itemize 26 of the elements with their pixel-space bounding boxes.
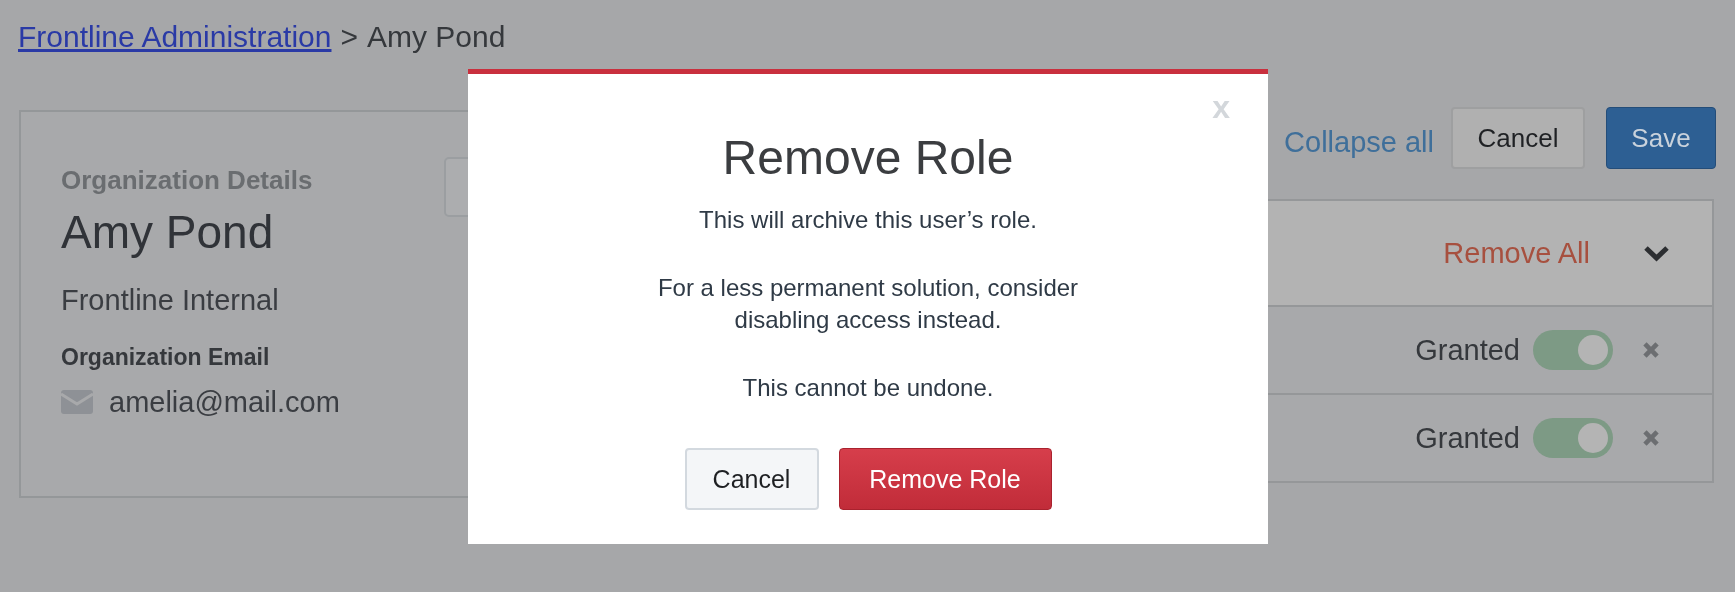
- cancel-button[interactable]: Cancel: [1451, 107, 1585, 169]
- email-label: Organization Email: [61, 343, 270, 371]
- remove-icon[interactable]: [1640, 427, 1662, 449]
- remove-icon[interactable]: [1640, 339, 1662, 361]
- collapse-all-link[interactable]: Collapse all: [1284, 125, 1434, 159]
- cancel-button[interactable]: Cancel: [684, 448, 819, 510]
- dialog-title: Remove Role: [722, 130, 1014, 186]
- remove-role-button[interactable]: Remove Role: [838, 448, 1052, 510]
- dialog-message: This cannot be undone.: [741, 373, 995, 403]
- card-heading: Organization Details: [61, 164, 313, 196]
- breadcrumb-current: Amy Pond: [367, 20, 506, 54]
- save-button[interactable]: Save: [1606, 107, 1716, 169]
- chevron-down-icon[interactable]: [1643, 244, 1670, 262]
- status-label: Granted: [1415, 333, 1520, 367]
- breadcrumb-separator: >: [340, 20, 358, 54]
- status-label: Granted: [1415, 421, 1520, 455]
- access-toggle[interactable]: [1533, 330, 1613, 370]
- dialog-message: This will archive this user’s role.: [698, 205, 1038, 235]
- envelope-icon: [61, 390, 93, 414]
- email-address: amelia@mail.com: [109, 385, 340, 420]
- access-toggle[interactable]: [1533, 418, 1613, 458]
- organization-name: Frontline Internal: [61, 283, 279, 318]
- dialog-message: For a less permanent solution, consider disabling access instead.: [656, 273, 1080, 335]
- breadcrumb-link[interactable]: Frontline Administration: [18, 20, 332, 54]
- remove-all-link[interactable]: Remove All: [1443, 236, 1590, 270]
- user-name: Amy Pond: [61, 206, 274, 258]
